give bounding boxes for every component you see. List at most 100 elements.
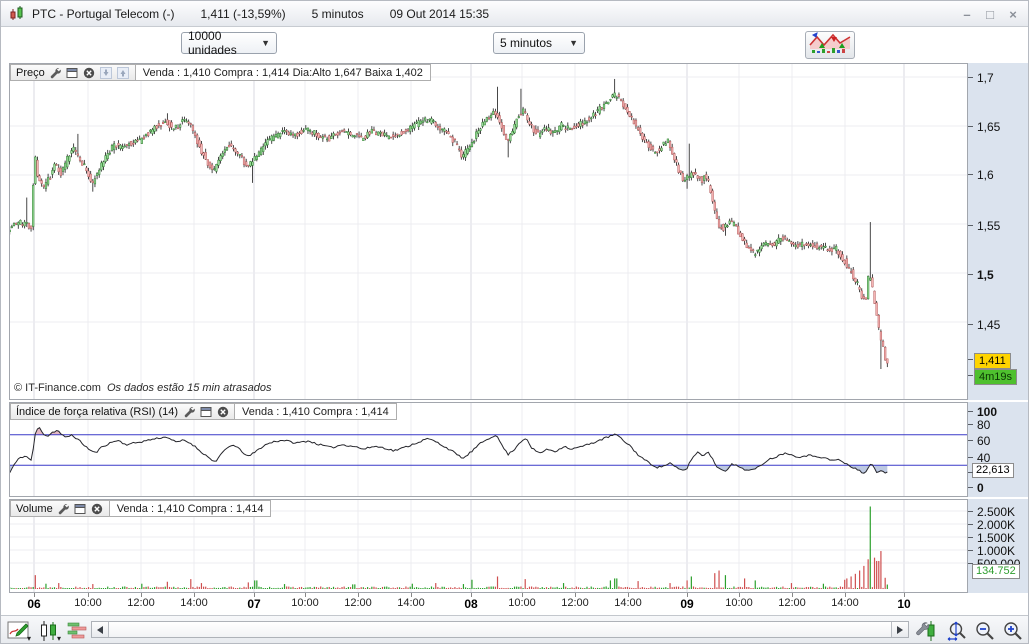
close-panel-icon[interactable] [216,405,229,418]
trading-app-window: PTC - Portugal Telecom (-) 1,411 (-13,59… [0,0,1029,644]
xaxis-time-label: 10:00 [74,597,102,609]
draw-tools-button[interactable]: ▾ [5,618,32,643]
volume-axis-label: 1.000K [977,544,1015,558]
axis-tick [968,440,973,441]
xaxis-time-label: 12:00 [344,597,372,609]
rsi-axis-label: 100 [977,405,997,419]
zoom-in-button[interactable] [999,618,1026,643]
axis-tick [968,77,973,78]
axis-tick [968,524,973,525]
copyright-note: © IT-Finance.comOs dados estão 15 min at… [14,382,271,394]
xaxis-time-label: 10:00 [725,597,753,609]
axis-tick [968,324,973,325]
xaxis-time-label: 14:00 [614,597,642,609]
chevron-down-icon: ▾ [57,635,61,643]
volume-panel-header: Volume Venda : 1,410 Compra : 1,414 [10,500,271,517]
panel-window-icon[interactable] [199,405,212,418]
chevron-down-icon: ▼ [261,38,270,48]
xaxis-day-label: 10 [897,597,910,611]
chart-display-settings-button[interactable] [805,31,855,59]
price-chart-plot[interactable] [9,63,968,400]
zoom-custom-button[interactable] [943,618,970,643]
title-datetime: 09 Out 2014 15:35 [390,7,489,21]
axis-tick [968,411,973,412]
price-axis-label: 1,7 [977,71,994,85]
volume-panel-title: Volume [16,503,53,515]
close-panel-icon[interactable] [83,66,96,79]
window-titlebar: PTC - Portugal Telecom (-) 1,411 (-13,59… [1,1,1028,27]
units-dropdown-value: 10000 unidades [188,29,253,57]
rsi-axis-label: 80 [977,418,990,432]
axis-tick [968,126,973,127]
price-axis-strip[interactable]: 1,7 1,65 1,6 1,55 1,5 1,45 1,411 4m19s [968,63,1029,400]
rsi-axis-strip[interactable]: 100 80 60 40 22,613 0 [968,402,1029,497]
axis-tick [968,274,973,275]
rsi-axis-label: 0 [977,481,984,495]
xaxis-day-label: 08 [464,597,477,611]
chart-style-button[interactable]: ▾ [35,618,62,643]
xaxis-time-label: 14:00 [397,597,425,609]
axis-tick [968,424,973,425]
price-axis-label: 1,5 [977,268,994,282]
price-quote-text: Venda : 1,410 Compra : 1,414 Dia:Alto 1,… [136,64,431,81]
axis-tick [968,563,973,564]
interval-dropdown[interactable]: 5 minutos ▼ [493,32,585,54]
chart-preview-icon [809,32,851,59]
chart-settings-button[interactable] [913,618,940,643]
last-price-badge: 1,411 [974,353,1011,369]
xaxis-time-label: 12:00 [561,597,589,609]
zoom-out-button[interactable] [971,618,998,643]
rsi-panel-header: Índice de força relativa (RSI) (14) Vend… [10,403,397,420]
title-timeframe: 5 minutos [312,7,364,21]
chevron-down-icon: ▼ [569,38,578,48]
axis-tick [968,359,973,360]
axis-tick [968,174,973,175]
delay-note: Os dados estão 15 min atrasados [107,382,271,394]
xaxis-day-label: 06 [27,597,40,611]
close-button[interactable]: × [1006,7,1020,22]
axis-tick [968,457,973,458]
wrench-icon[interactable] [182,405,195,418]
move-panel-down-icon[interactable] [100,66,113,79]
rsi-quote-text: Venda : 1,410 Compra : 1,414 [235,403,397,420]
chevron-down-icon: ▾ [27,635,31,643]
volume-axis-label: 2.000K [977,518,1015,532]
axis-tick [968,225,973,226]
scrollbar-thumb[interactable] [108,622,892,637]
scroll-left-button[interactable] [92,622,108,637]
wrench-icon[interactable] [57,502,70,515]
chart-horizontal-scrollbar[interactable] [91,621,909,638]
xaxis-time-label: 12:00 [778,597,806,609]
xaxis-time-label: 10:00 [508,597,536,609]
market-depth-button[interactable] [63,618,90,643]
axis-tick [968,511,973,512]
price-panel-title: Preço [16,67,45,79]
app-candlestick-icon [9,6,25,21]
xaxis-time-label: 10:00 [291,597,319,609]
axis-tick [968,487,973,488]
window-title: PTC - Portugal Telecom (-) [32,7,174,21]
close-panel-icon[interactable] [91,502,104,515]
move-panel-up-icon[interactable] [117,66,130,79]
rsi-current-value: 22,613 [972,463,1014,478]
interval-dropdown-value: 5 minutos [500,36,552,50]
price-axis-label: 1,65 [977,120,1000,134]
maximize-button[interactable]: □ [983,7,997,22]
panel-window-icon[interactable] [74,502,87,515]
axis-tick [968,550,973,551]
minimize-button[interactable]: – [960,7,974,22]
units-dropdown[interactable]: 10000 unidades ▼ [181,32,277,54]
volume-axis-label: 2.500K [977,505,1015,519]
wrench-icon[interactable] [49,66,62,79]
time-axis[interactable]: 06 10:00 12:00 14:00 07 10:00 12:00 14:00 08 10:0… [9,593,968,615]
title-last-price: 1,411 (-13,59%) [200,7,285,21]
rsi-axis-label: 60 [977,434,990,448]
xaxis-day-label: 07 [247,597,260,611]
bottom-toolbar: ▾ ▾ [1,615,1028,644]
axis-tick [968,375,973,376]
volume-axis-strip[interactable]: 2.500K 2.000K 1.500K 1.000K 500.000 134.… [968,499,1029,593]
panel-window-icon[interactable] [66,66,79,79]
volume-quote-text: Venda : 1,410 Compra : 1,414 [110,500,272,517]
xaxis-time-label: 14:00 [180,597,208,609]
scroll-right-button[interactable] [892,622,908,637]
